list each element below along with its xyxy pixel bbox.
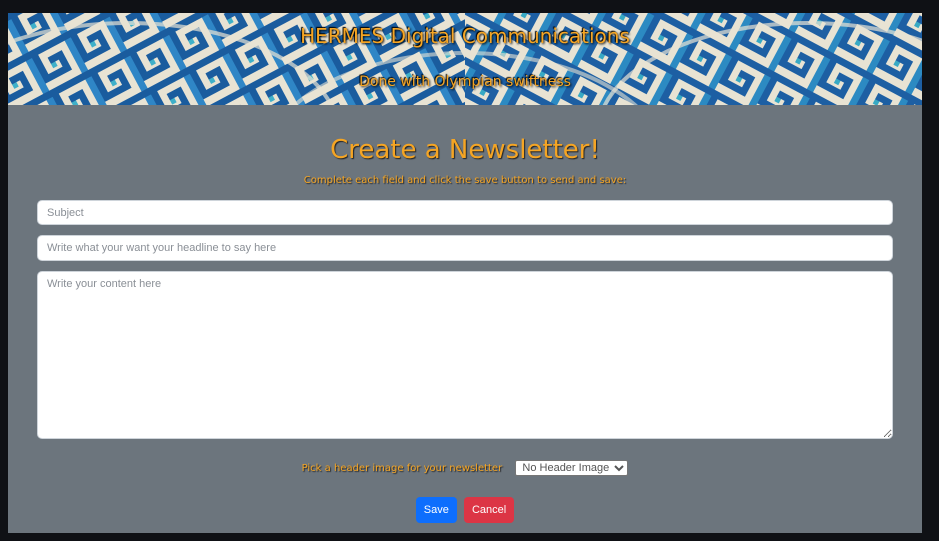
subject-input[interactable] <box>37 200 893 225</box>
form-actions: Save Cancel <box>8 497 922 523</box>
header-image-label: Pick a header image for your newsletter <box>301 462 503 474</box>
banner-subtitle: Done with Olympian swiftness <box>359 74 571 90</box>
content-textarea[interactable] <box>37 271 893 439</box>
form-instructions: Complete each field and click the save b… <box>303 175 627 186</box>
cancel-button[interactable]: Cancel <box>463 497 515 523</box>
page-frame: HERMES Digital Communications Done with … <box>8 13 922 533</box>
headline-input[interactable] <box>37 235 893 261</box>
header-banner: HERMES Digital Communications Done with … <box>8 13 922 105</box>
banner-title: HERMES Digital Communications <box>300 24 630 48</box>
save-button[interactable]: Save <box>415 497 457 523</box>
page-title: Create a Newsletter! <box>330 135 600 165</box>
header-image-select[interactable]: No Header Image <box>515 460 629 476</box>
header-image-picker-row: Pick a header image for your newsletter … <box>8 460 922 476</box>
